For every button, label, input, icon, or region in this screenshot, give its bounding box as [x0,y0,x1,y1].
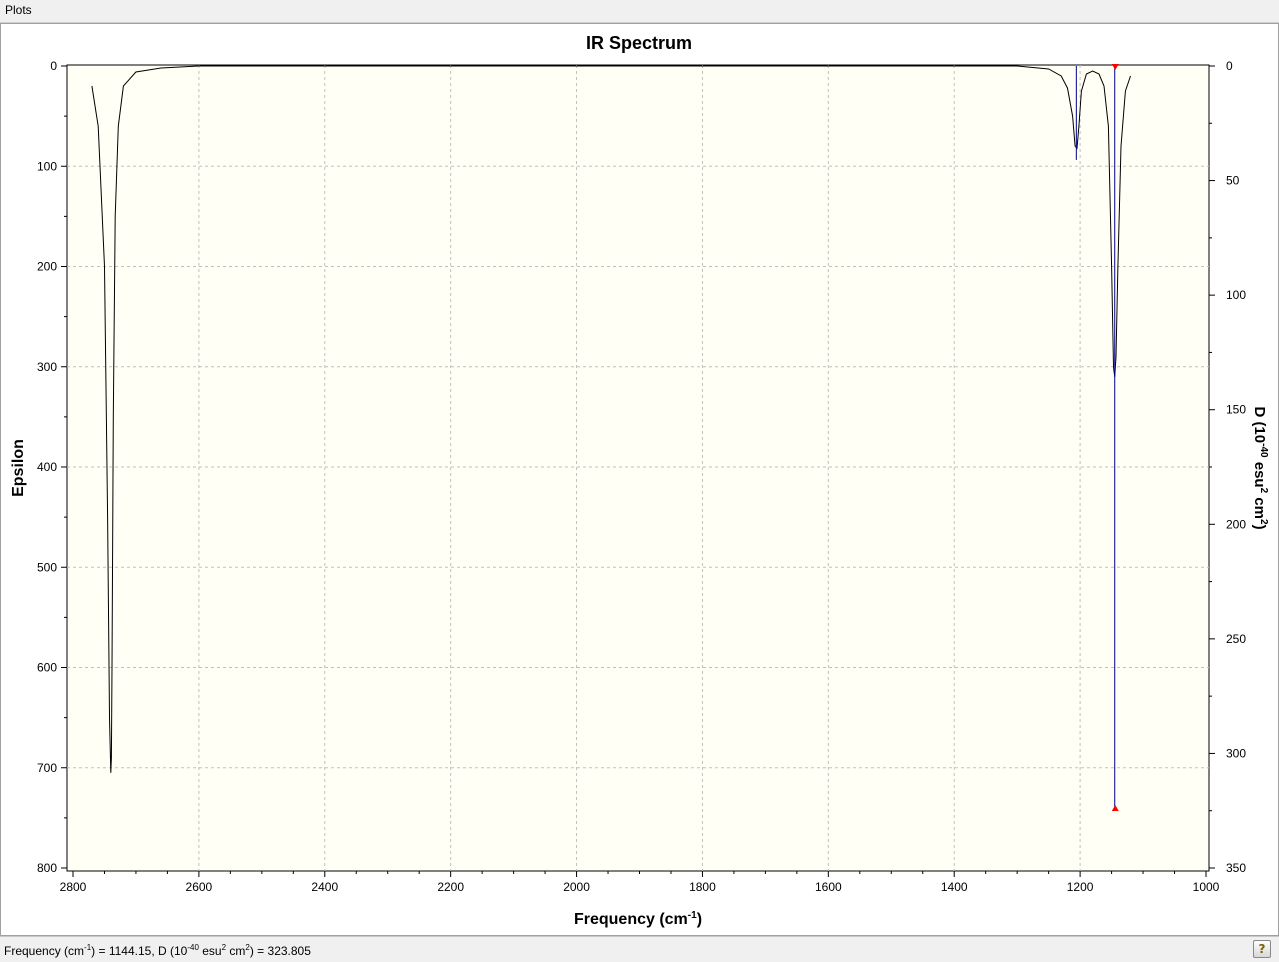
x-tick-label: 1800 [689,880,716,894]
ir-spectrum-chart[interactable]: IR Spectrum 2800 2600 2400 2200 2000 1800 1600… [1,24,1278,935]
y-tick-label: 700 [37,761,57,775]
help-button[interactable]: ? [1253,940,1271,958]
y-tick-label: 100 [37,159,57,173]
y2-tick-label: 250 [1226,632,1246,646]
y2-tick-label: 0 [1226,59,1233,73]
x-tick-label: 2200 [437,880,464,894]
y-tick-label: 0 [50,59,57,73]
chart-title: IR Spectrum [586,33,692,53]
x-tick-label: 1000 [1193,880,1220,894]
plot-frame: IR Spectrum 2800 2600 2400 2200 2000 1800 1600… [0,23,1279,936]
x-tick-label: 1600 [815,880,842,894]
y-tick-label: 600 [37,661,57,675]
status-readout: Frequency (cm-1) = 1144.15, D (10-40 esu… [4,943,311,958]
x-tick-label: 2600 [186,880,213,894]
y-tick-label: 300 [37,360,57,374]
y-tick-label: 200 [37,260,57,274]
d-value: 323.805 [267,944,311,958]
x-axis-label: Frequency (cm-1) [574,910,702,928]
x-tick-label: 1200 [1067,880,1094,894]
menu-plots[interactable]: Plots [5,3,32,17]
y2-tick-label: 350 [1226,861,1246,875]
frequency-value: 1144.15 [108,944,152,958]
x-tick-label: 1400 [941,880,968,894]
y-tick-label: 400 [37,460,57,474]
plot-area[interactable] [66,64,1210,872]
y-tick-label: 800 [37,861,57,875]
y-axis-label: Epsilon [10,439,27,497]
menu-bar: Plots [0,0,1279,23]
x-tick-label: 2800 [60,880,87,894]
help-icon: ? [1258,942,1266,956]
y-tick-label: 500 [37,560,57,574]
y2-tick-label: 50 [1226,174,1240,188]
status-bar: Frequency (cm-1) = 1144.15, D (10-40 esu… [0,936,1279,962]
y2-tick-label: 200 [1226,517,1246,531]
y2-axis-label: D (10-40 esu2 cm2) [1251,406,1269,529]
x-tick-label: 2000 [563,880,590,894]
y2-tick-label: 300 [1226,746,1246,760]
y2-tick-label: 150 [1226,403,1246,417]
x-tick-label: 2400 [311,880,338,894]
y2-tick-label: 100 [1226,288,1246,302]
